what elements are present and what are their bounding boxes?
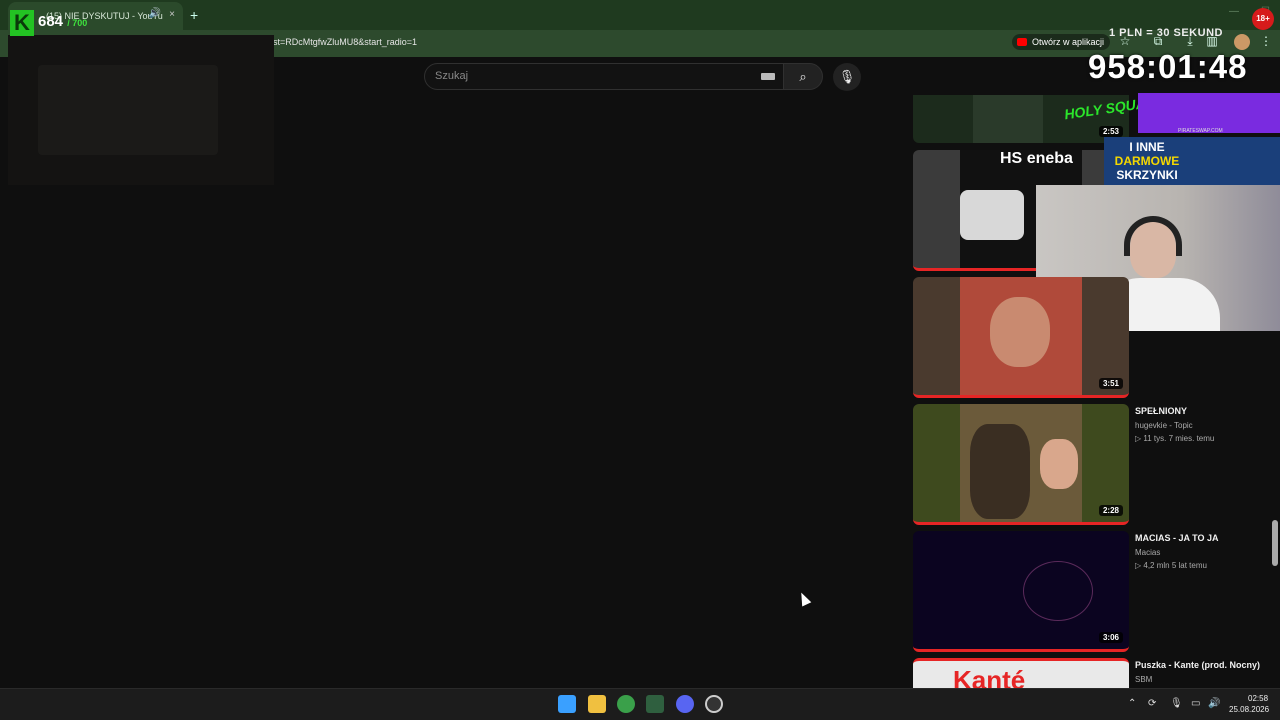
playlist-thumbnail[interactable]: 3:06 xyxy=(913,531,1129,652)
file-explorer-icon[interactable] xyxy=(588,695,606,713)
face-shape xyxy=(990,297,1050,367)
eneba-hs: HS xyxy=(1000,150,1023,167)
duration-badge: 2:28 xyxy=(1098,505,1123,516)
fist-shape xyxy=(960,190,1024,240)
obs-icon[interactable] xyxy=(705,695,723,713)
excel-icon[interactable] xyxy=(646,695,664,713)
windows-start-icon[interactable] xyxy=(558,695,576,713)
microphone-icon[interactable]: 🎙 xyxy=(1170,698,1183,709)
voice-search-button[interactable]: 🎙 xyxy=(833,63,861,91)
pirateswap-banner xyxy=(1138,93,1280,133)
video-title[interactable]: SPEŁNIONY xyxy=(1135,406,1187,416)
skrzynki-line3: SKRZYNKI xyxy=(1116,168,1178,182)
eneba-banner: HS eneba xyxy=(1000,150,1104,174)
menu-icon[interactable]: ⋮ xyxy=(1258,34,1274,50)
webcam-shadow xyxy=(38,65,218,155)
skrzynki-line2: DARMOWE xyxy=(1114,154,1180,168)
thumb-image xyxy=(973,95,1043,143)
video-channel[interactable]: hugevkie - Topic xyxy=(1135,421,1193,430)
face-shape xyxy=(1040,439,1078,489)
video-channel[interactable]: SBM xyxy=(1135,675,1152,684)
video-channel[interactable]: Macias xyxy=(1135,548,1160,557)
browser-tab[interactable]: (15) NIE DYSKUTUJ - YouTu 🔊 × xyxy=(8,2,183,30)
duration-badge: 2:53 xyxy=(1098,126,1123,137)
search-button[interactable]: ⌕ xyxy=(783,63,823,90)
spider-shape xyxy=(1023,561,1093,621)
pln-label: 1 PLN = 30 SEKUND xyxy=(1109,27,1223,39)
duration-badge: 3:06 xyxy=(1098,632,1123,643)
open-in-app-label: Otwórz w aplikacji xyxy=(1032,37,1105,47)
address-bar[interactable]: st=RDcMtgfwZluMU8&start_radio=1 xyxy=(273,37,417,47)
webcam-overlay-dark xyxy=(8,35,274,185)
thumb-image xyxy=(960,404,1082,522)
monitor-icon[interactable]: ▭ xyxy=(1191,698,1200,709)
search-icon: ⌕ xyxy=(799,69,807,84)
keyboard-icon[interactable] xyxy=(761,73,775,80)
thumb-text: Kanté xyxy=(953,665,1026,688)
search-input[interactable] xyxy=(424,63,784,90)
counter-value: 684 xyxy=(38,13,64,30)
sub-counter: 684 / 700 xyxy=(38,13,87,30)
dog-shape xyxy=(970,424,1030,519)
search-placeholder: Szukaj xyxy=(435,70,469,82)
kick-logo-icon: K xyxy=(10,10,34,36)
counter-max: / 700 xyxy=(67,18,88,28)
minimize-icon[interactable]: — xyxy=(1229,6,1239,17)
speaker-icon[interactable]: 🔊 xyxy=(149,8,161,19)
eneba-brand: eneba xyxy=(1026,150,1073,167)
subathon-timer: 958:01:48 xyxy=(1088,48,1248,85)
microphone-icon: 🎙 xyxy=(838,69,856,84)
video-meta: ▷ 4,2 mln 5 lat temu xyxy=(1135,561,1207,570)
playlist-thumbnail[interactable]: 3:51 xyxy=(913,277,1129,398)
volume-icon[interactable]: 🔊 xyxy=(1208,698,1220,709)
close-tab-button[interactable]: × xyxy=(169,9,175,20)
thumb-image xyxy=(960,277,1082,395)
chevron-up-icon[interactable]: ⌃ xyxy=(1128,698,1136,709)
age-badge: 18+ xyxy=(1252,8,1274,30)
clock-date[interactable]: 25.08.2026 xyxy=(1229,705,1269,714)
playlist-thumbnail[interactable]: Kanté xyxy=(913,658,1129,688)
chrome-icon[interactable] xyxy=(617,695,635,713)
skrzynki-line1: I INNE xyxy=(1129,140,1165,154)
scrollbar[interactable] xyxy=(1272,520,1278,566)
video-meta: ▷ 11 tys. 7 mies. temu xyxy=(1135,434,1215,443)
taskbar xyxy=(0,688,1280,720)
discord-icon[interactable] xyxy=(676,695,694,713)
sync-icon[interactable]: ⟳ xyxy=(1148,698,1156,709)
youtube-icon xyxy=(1017,38,1027,46)
new-tab-button[interactable]: + xyxy=(190,7,198,23)
duration-badge: 3:51 xyxy=(1098,378,1123,389)
mouse-cursor-icon xyxy=(796,590,812,607)
video-title[interactable]: Puszka - Kante (prod. Nocny) xyxy=(1135,660,1260,670)
playlist-thumbnail[interactable]: 2:28 xyxy=(913,404,1129,525)
video-title[interactable]: MACIAS - JA TO JA xyxy=(1135,533,1219,543)
pirateswap-text: PIRATESWAP.COM xyxy=(1178,128,1223,134)
clock-time[interactable]: 02:58 xyxy=(1248,694,1268,703)
skrzynki-text: I INNE DARMOWE SKRZYNKI xyxy=(1104,140,1190,182)
